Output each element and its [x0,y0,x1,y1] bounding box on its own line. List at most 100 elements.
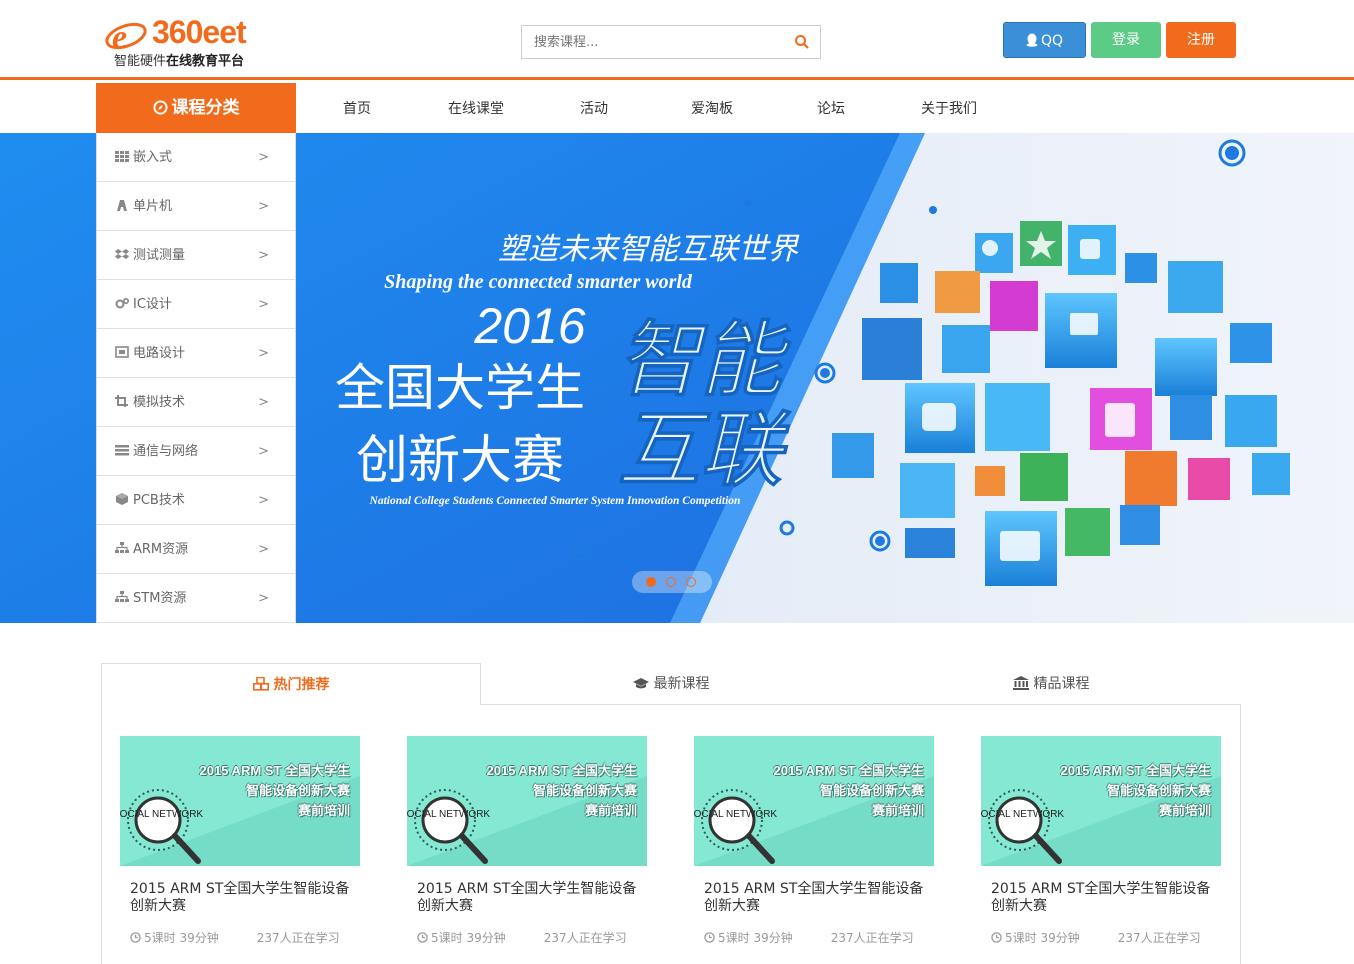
tab-premium[interactable]: 精品课程 [861,663,1241,705]
course-card[interactable]: SOCIAL NETWORK 2015 ARM ST 全国大学生 智能设备创新大赛赛… [120,736,360,946]
banner-line1: 全国大学生 [335,359,585,417]
sidebar-item[interactable]: 测试测量 > [97,231,295,280]
chevron-right-icon: > [258,199,269,214]
sitemap-icon [115,542,129,553]
site-header: e 360eet 智能硬件在线教育平台 QQ 登录 注册 [0,0,1354,80]
bank-icon [1012,676,1029,690]
nav-home[interactable]: 首页 [312,83,402,133]
sidebar-item[interactable]: 嵌入式 > [97,133,295,182]
thumbnail-line3: 赛前培训 [871,803,924,818]
svg-text:SOCIAL NETWORK: SOCIAL NETWORK [120,809,203,820]
chevron-right-icon: > [258,150,269,165]
nav-about[interactable]: 关于我们 [904,83,994,133]
clock-icon [130,932,141,943]
sidebar-item[interactable]: IC设计 > [97,280,295,329]
cubes-icon [252,677,269,691]
banner-big1: 智能 [618,313,792,408]
course-thumbnail[interactable]: SOCIAL NETWORK 2015 ARM ST 全国大学生智能设备创新大赛赛… [694,736,934,866]
thumbnail-line1: 2015 ARM ST 全国大学生 [199,763,351,778]
sidebar-item-label: PCB技术 [133,493,185,508]
banner-big2: 互联 [618,403,792,498]
course-thumbnail[interactable]: SOCIAL NETWORK 2015 ARM ST 全国大学生 智能设备创新大赛赛… [120,736,360,866]
thumbnail-line3: 赛前培训 [584,803,637,818]
dropbox-icon [115,249,129,259]
sidebar-item[interactable]: STM资源 > [97,574,295,623]
chevron-right-icon: > [258,444,269,459]
course-title[interactable]: 2015 ARM ST全国大学生智能设备创新大赛 [120,881,355,915]
thumbnail-line2: 智能设备创新大赛 [1106,783,1211,798]
chevron-right-icon: > [258,248,269,263]
sidebar-item[interactable]: 电路设计 > [97,329,295,378]
slide-dot-2[interactable] [666,577,676,587]
logo-tagline: 智能硬件在线教育平台 [114,54,245,69]
register-button[interactable]: 注册 [1166,22,1236,58]
svg-text:SOCIAL NETWORK: SOCIAL NETWORK [694,809,777,820]
thumbnail-line2: 智能设备创新大赛 [532,783,637,798]
site-logo[interactable]: e 360eet 智能硬件在线教育平台 [104,12,274,70]
clock-icon [704,932,715,943]
sidebar-item[interactable]: ARM资源 > [97,525,295,574]
svg-text:e: e [112,19,127,54]
chevron-right-icon: > [258,591,269,606]
course-meta: 5课时 39分钟 237人正在学习 [407,929,647,946]
sidebar-item[interactable]: PCB技术 > [97,476,295,525]
tasks-icon [115,445,129,456]
nav-aitaoban[interactable]: 爱淘板 [667,83,757,133]
qq-login-button[interactable]: QQ [1003,22,1086,58]
chevron-right-icon: > [258,493,269,508]
nav-events[interactable]: 活动 [549,83,639,133]
thumbnail-line1: 2015 ARM ST 全国大学生 [486,763,638,778]
course-title[interactable]: 2015 ARM ST全国大学生智能设备创新大赛 [407,881,642,915]
banner-headline-en: Shaping the connected smarter world [384,271,693,293]
qq-penguin-icon [1026,33,1038,47]
thumbnail-line3: 赛前培训 [1158,803,1211,818]
svg-text:SOCIAL NETWORK: SOCIAL NETWORK [981,809,1064,820]
banner-headline-cn: 塑造未来智能互联世界 [498,233,800,266]
course-card[interactable]: SOCIAL NETWORK 2015 ARM ST 全国大学生 智能设备创新大赛赛… [981,736,1221,946]
nav-forum[interactable]: 论坛 [786,83,876,133]
sidebar-item[interactable]: 通信与网络 > [97,427,295,476]
course-meta: 5课时 39分钟 237人正在学习 [694,929,934,946]
sitemap-icon [115,591,129,602]
thumbnail-line1: 2015 ARM ST 全国大学生 [773,763,925,778]
course-card[interactable]: SOCIAL NETWORK 2015 ARM ST 全国大学生智能设备创新大赛赛… [694,736,934,946]
thumbnail-line2: 智能设备创新大赛 [245,783,350,798]
frame-icon [115,346,129,358]
clock-icon [417,932,428,943]
course-thumbnail[interactable]: SOCIAL NETWORK 2015 ARM ST 全国大学生 智能设备创新大赛赛… [981,736,1221,866]
course-category-header[interactable]: 课程分类 [96,83,296,133]
crop-icon [115,395,128,407]
chip-icon [117,200,127,211]
tab-latest[interactable]: 最新课程 [481,663,861,705]
course-tabs: 热门推荐 最新课程 精品课程 [101,663,1241,705]
course-thumbnail[interactable]: SOCIAL NETWORK 2015 ARM ST 全国大学生 智能设备创新大赛赛… [407,736,647,866]
slider-indicators [632,571,712,593]
sidebar-item-label: STM资源 [133,591,187,606]
sidebar-item-label: IC设计 [133,297,172,312]
chevron-right-icon: > [258,542,269,557]
banner-year: 2016 [473,298,585,354]
banner-line2: 创新大赛 [356,431,564,491]
slide-dot-1[interactable] [646,577,656,587]
thumbnail-line2: 智能设备创新大赛 [819,783,924,798]
sidebar-item[interactable]: 单片机 > [97,182,295,231]
cube-icon [116,493,128,505]
search-box [521,25,821,59]
sidebar-item[interactable]: 模拟技术 > [97,378,295,427]
chevron-right-icon: > [258,346,269,361]
login-button[interactable]: 登录 [1091,22,1161,58]
sidebar-item-label: 测试测量 [133,248,186,263]
clock-icon [991,932,1002,943]
course-meta: 5课时 39分钟 237人正在学习 [981,929,1221,946]
nav-online-class[interactable]: 在线课堂 [431,83,521,133]
logo-e-icon: e [105,19,147,54]
course-card[interactable]: SOCIAL NETWORK 2015 ARM ST 全国大学生 智能设备创新大赛赛… [407,736,647,946]
sidebar-item-label: 单片机 [133,199,173,214]
course-title[interactable]: 2015 ARM ST全国大学生智能设备创新大赛 [694,881,929,915]
sidebar-item-label: 通信与网络 [133,444,199,459]
search-input[interactable] [522,26,782,58]
search-icon[interactable] [794,34,810,50]
tab-hot[interactable]: 热门推荐 [101,663,481,705]
course-title[interactable]: 2015 ARM ST全国大学生智能设备创新大赛 [981,881,1216,915]
slide-dot-3[interactable] [686,577,696,587]
